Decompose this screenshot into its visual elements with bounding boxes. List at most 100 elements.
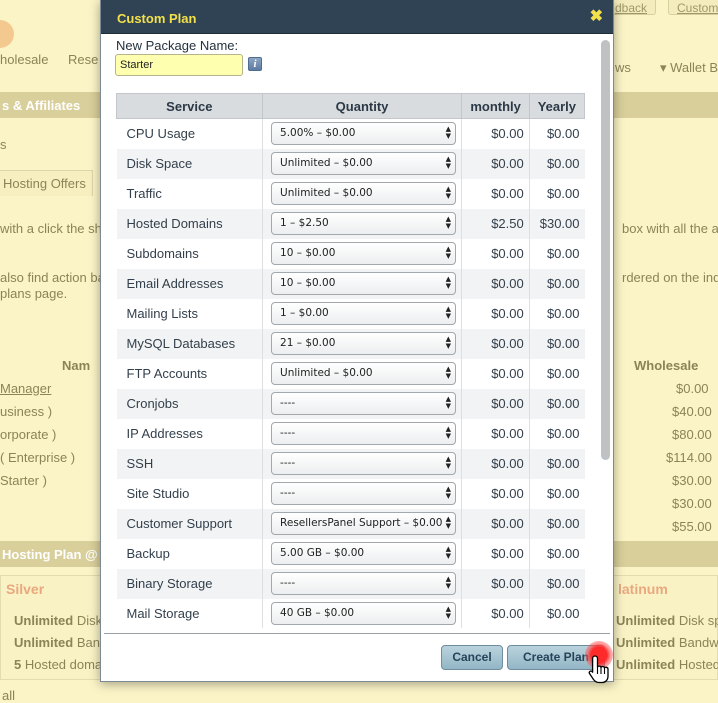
bg-plan-name: latinum: [618, 581, 668, 597]
quantity-cell: 5.00 GB – $0.00 ▲ ▼: [262, 538, 463, 569]
quantity-select[interactable]: Unlimited – $0.00 ▲ ▼: [271, 152, 457, 175]
dialog-scroll-area[interactable]: New Package Name: i Service Quantity mon…: [101, 36, 613, 628]
table-row: MySQL Databases 21 – $0.00 ▲ ▼ $0.00 $0.00: [116, 328, 585, 359]
quantity-select[interactable]: 1 – $2.50 ▲ ▼: [271, 212, 457, 235]
table-row: Disk Space Unlimited – $0.00 ▲ ▼ $0.00 $0.00: [116, 148, 585, 179]
quantity-select[interactable]: ---- ▲ ▼: [271, 572, 457, 595]
custom-plan-dialog: Custom Plan ✖ New Package Name: i Servic…: [100, 0, 614, 684]
scrollbar[interactable]: [601, 40, 610, 460]
select-arrows-icon: ▲ ▼: [445, 395, 452, 410]
bg-logo-icon: [0, 20, 14, 48]
bg-tab: Hosting Offers: [0, 170, 93, 196]
hand-cursor-icon: [588, 655, 609, 684]
service-name: Site Studio: [116, 478, 263, 509]
quantity-select[interactable]: ---- ▲ ▼: [271, 392, 457, 415]
bg-text: all: [2, 688, 16, 703]
bg-text: also find action ba: [0, 270, 105, 285]
monthly-price: $0.00: [461, 568, 530, 599]
yearly-price: $0.00: [529, 568, 585, 599]
quantity-select[interactable]: ResellersPanel Support – $0.00 ▲ ▼: [271, 512, 457, 535]
quantity-cell: ---- ▲ ▼: [262, 478, 463, 509]
select-arrows-icon: ▲ ▼: [445, 155, 452, 170]
quantity-select-value: Unlimited – $0.00: [280, 187, 373, 199]
quantity-cell: Unlimited – $0.00 ▲ ▼: [262, 358, 463, 389]
quantity-select[interactable]: 10 – $0.00 ▲ ▼: [271, 272, 457, 295]
quantity-select[interactable]: 1 – $0.00 ▲ ▼: [271, 302, 457, 325]
table-row: Mail Storage 40 GB – $0.00 ▲ ▼ $0.00 $0.00: [116, 598, 585, 628]
table-row: Email Addresses 10 – $0.00 ▲ ▼ $0.00 $0.00: [116, 268, 585, 299]
quantity-select[interactable]: 5.00% – $0.00 ▲ ▼: [271, 122, 457, 146]
bg-row-price: $30.00: [672, 473, 712, 488]
yearly-price: $0.00: [529, 388, 585, 419]
yearly-price: $0.00: [529, 328, 585, 359]
select-arrows-icon: ▲ ▼: [445, 335, 452, 350]
table-row: Backup 5.00 GB – $0.00 ▲ ▼ $0.00 $0.00: [116, 538, 585, 569]
package-name-input[interactable]: [115, 54, 243, 76]
quantity-cell: 5.00% – $0.00 ▲ ▼: [262, 118, 463, 149]
quantity-cell: ---- ▲ ▼: [262, 568, 463, 599]
select-arrows-icon: ▲ ▼: [445, 215, 452, 230]
quantity-select[interactable]: 40 GB – $0.00 ▲ ▼: [271, 602, 457, 625]
bg-text: box with all the a: [622, 221, 718, 236]
quantity-select-value: ----: [280, 397, 296, 409]
select-arrows-icon: ▲ ▼: [445, 455, 452, 470]
service-name: Subdomains: [116, 238, 263, 269]
select-arrows-icon: ▲ ▼: [445, 245, 452, 260]
monthly-price: $0.00: [461, 238, 530, 269]
monthly-price: $0.00: [461, 118, 530, 149]
service-name: Disk Space: [116, 148, 263, 179]
cancel-button[interactable]: Cancel: [441, 645, 503, 670]
bg-row-name: Manager: [0, 381, 52, 396]
table-row: CPU Usage 5.00% – $0.00 ▲ ▼ $0.00 $0.00: [116, 118, 585, 149]
service-name: Customer Support: [116, 508, 263, 539]
quantity-cell: 1 – $2.50 ▲ ▼: [262, 208, 463, 239]
bg-feature: 5 Hosted doma: [14, 657, 103, 672]
service-name: Binary Storage: [116, 568, 263, 599]
quantity-select[interactable]: Unlimited – $0.00 ▲ ▼: [271, 362, 457, 385]
service-name: FTP Accounts: [116, 358, 263, 389]
table-row: Site Studio ---- ▲ ▼ $0.00 $0.00: [116, 478, 585, 509]
yearly-price: $0.00: [546, 486, 580, 501]
bg-text: plans page.: [0, 286, 68, 301]
service-name: Backup: [116, 538, 263, 569]
bg-nav-item: holesale: [0, 52, 49, 67]
close-icon[interactable]: ✖: [590, 9, 603, 25]
table-row: Subdomains 10 – $0.00 ▲ ▼ $0.00 $0.00: [116, 238, 585, 269]
service-name: Mailing Lists: [116, 298, 263, 329]
quantity-cell: ---- ▲ ▼: [262, 418, 463, 449]
quantity-cell: ---- ▲ ▼: [262, 448, 463, 479]
quantity-select[interactable]: 10 – $0.00 ▲ ▼: [271, 242, 457, 265]
service-name: Hosted Domains: [116, 208, 263, 239]
quantity-select[interactable]: 21 – $0.00 ▲ ▼: [271, 332, 457, 355]
yearly-price: $30.00: [529, 208, 585, 239]
yearly-price: $0.00: [546, 546, 580, 561]
info-icon[interactable]: i: [248, 57, 262, 71]
quantity-select-value: 5.00% – $0.00: [280, 127, 356, 140]
bg-row-price: $40.00: [672, 404, 712, 419]
select-arrows-icon: ▲ ▼: [445, 515, 452, 530]
monthly-price: $0.00: [461, 538, 530, 569]
bg-row-price: $80.00: [672, 427, 712, 442]
monthly-price: $0.00: [461, 148, 530, 179]
quantity-select-value: 5.00 GB – $0.00: [280, 547, 365, 559]
monthly-price: $0.00: [461, 298, 530, 329]
bg-top-button: Custom: [668, 0, 718, 15]
quantity-select[interactable]: ---- ▲ ▼: [271, 422, 457, 445]
quantity-select[interactable]: 5.00 GB – $0.00 ▲ ▼: [271, 542, 457, 565]
quantity-select[interactable]: Unlimited – $0.00 ▲ ▼: [271, 182, 457, 205]
select-arrows-icon: ▲ ▼: [445, 275, 452, 290]
monthly-price: $0.00: [461, 418, 530, 449]
quantity-select-value: 1 – $2.50: [280, 217, 329, 229]
monthly-price: $0.00: [461, 178, 530, 209]
bg-row-price: $55.00: [672, 519, 712, 534]
column-header-yearly: Yearly: [528, 93, 586, 119]
quantity-select-value: ----: [280, 577, 296, 589]
service-name: IP Addresses: [116, 418, 263, 449]
column-header-monthly: monthly: [461, 93, 530, 119]
quantity-select-value: Unlimited – $0.00: [280, 157, 373, 169]
table-row: Traffic Unlimited – $0.00 ▲ ▼ $0.00 $0.00: [116, 178, 585, 209]
quantity-select[interactable]: ---- ▲ ▼: [271, 482, 457, 505]
services-table: Service Quantity monthly Yearly CPU Usag…: [116, 93, 586, 628]
select-arrows-icon: ▲ ▼: [445, 305, 452, 320]
quantity-select[interactable]: ---- ▲ ▼: [271, 452, 457, 475]
